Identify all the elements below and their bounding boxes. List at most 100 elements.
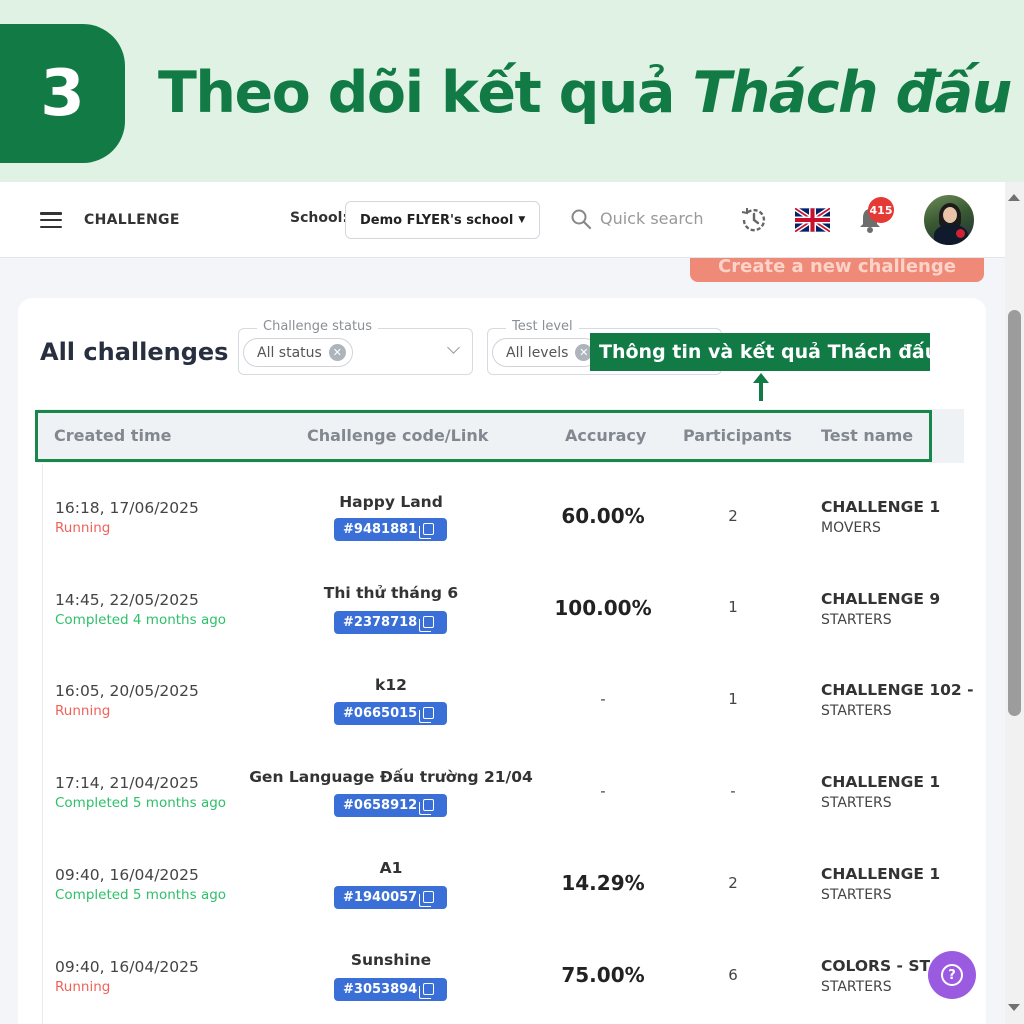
challenge-status-filter[interactable]: Challenge status All status ✕	[238, 319, 473, 375]
accuracy: 14.29%	[561, 871, 645, 895]
chevron-down-icon[interactable]	[447, 341, 460, 354]
accuracy: -	[600, 690, 606, 708]
copy-icon[interactable]	[419, 799, 434, 815]
test-level: STARTERS	[821, 612, 892, 628]
help-icon: ?	[941, 964, 963, 986]
step-number: 3	[0, 24, 125, 163]
challenge-code: #2378718	[343, 615, 418, 630]
table-body: 16:18, 17/06/2025 Running Happy Land #94…	[42, 464, 974, 1024]
table-row[interactable]: 09:40, 16/04/2025 Running Sunshine #3053…	[43, 924, 965, 1016]
level-chip-label: All levels	[506, 344, 569, 361]
challenge-code-button[interactable]: #9481881	[334, 518, 447, 541]
challenge-name: k12	[375, 676, 407, 694]
challenge-code: #1940057	[343, 890, 418, 905]
test-name: CHALLENGE 1	[821, 773, 941, 791]
test-name: CHALLENGE 1	[821, 498, 941, 516]
school-select-value: Demo FLYER's school	[360, 212, 514, 228]
accuracy: 75.00%	[561, 963, 645, 987]
status-text: Running	[55, 703, 111, 719]
test-name: CHALLENGE 9	[821, 590, 941, 608]
created-time: 17:14, 21/04/2025	[55, 774, 199, 792]
participants: 2	[728, 507, 738, 525]
banner-title-regular: Theo dõi kết quả	[158, 60, 693, 126]
status-text: Running	[55, 979, 111, 995]
search-icon[interactable]	[570, 208, 592, 230]
participants: 2	[728, 874, 738, 892]
create-challenge-button[interactable]: Create a new challenge	[690, 258, 984, 282]
accuracy: -	[600, 782, 606, 800]
menu-icon[interactable]	[40, 212, 62, 228]
participants: 1	[728, 690, 738, 708]
banner-title-italic: Thách đấu	[692, 60, 1012, 126]
copy-icon[interactable]	[419, 983, 434, 999]
accuracy: 60.00%	[561, 504, 645, 528]
create-challenge-label: Create a new challenge	[718, 258, 956, 277]
created-time: 16:18, 17/06/2025	[55, 499, 199, 517]
challenge-name: Thi thử tháng 6	[323, 584, 459, 602]
notification-badge: 415	[868, 197, 894, 223]
scroll-down-arrow-icon[interactable]	[1008, 1004, 1020, 1011]
challenge-code-button[interactable]: #2378718	[334, 611, 447, 634]
participants: 6	[728, 966, 738, 984]
challenge-code-button[interactable]: #0665015	[334, 702, 447, 725]
test-name: COLORS - STA	[821, 957, 941, 975]
page-title: All challenges	[40, 338, 229, 366]
avatar[interactable]	[922, 193, 976, 247]
status-text: Running	[55, 520, 111, 536]
app-title: CHALLENGE	[84, 212, 180, 228]
top-bar: CHALLENGE School: Demo FLYER's school ▼ Q…	[0, 182, 1024, 258]
help-button[interactable]: ?	[928, 951, 976, 999]
copy-icon[interactable]	[419, 523, 434, 539]
challenge-code: #9481881	[343, 522, 418, 537]
table-row[interactable]: 14:45, 22/05/2025 Completed 4 months ago…	[43, 556, 965, 648]
challenge-status-label: Challenge status	[257, 319, 379, 334]
school-select[interactable]: Demo FLYER's school ▼	[345, 201, 540, 239]
scroll-up-arrow-icon[interactable]	[1008, 194, 1020, 201]
challenge-code: #0665015	[343, 706, 418, 721]
quick-search-input[interactable]: Quick search	[600, 209, 703, 228]
challenge-name: A1	[379, 859, 403, 877]
test-level: MOVERS	[821, 520, 881, 536]
challenge-code-button[interactable]: #3053894	[334, 978, 447, 1001]
banner-title: Theo dõi kết quả Thách đấu	[158, 60, 1012, 126]
copy-icon[interactable]	[419, 707, 434, 723]
participants: -	[730, 782, 736, 800]
table-row[interactable]: 17:14, 21/04/2025 Completed 5 months ago…	[43, 740, 965, 832]
school-label: School:	[290, 210, 348, 226]
challenge-code-button[interactable]: #1940057	[334, 886, 447, 909]
challenge-name: Gen Language Đấu trường 21/04	[249, 768, 533, 786]
status-text: Completed 4 months ago	[55, 612, 227, 628]
app-window: CHALLENGE School: Demo FLYER's school ▼ Q…	[0, 182, 1024, 1024]
uk-flag-icon[interactable]	[795, 208, 830, 232]
caret-down-icon: ▼	[518, 215, 526, 225]
status-chip-label: All status	[257, 344, 322, 361]
clear-icon[interactable]: ✕	[328, 344, 346, 361]
challenge-name: Happy Land	[339, 493, 443, 511]
info-callout: Thông tin và kết quả Thách đấu	[590, 333, 938, 371]
created-time: 09:40, 16/04/2025	[55, 958, 199, 976]
copy-icon[interactable]	[419, 891, 434, 907]
challenges-card: All challenges Challenge status All stat…	[18, 298, 986, 1024]
test-level: STARTERS	[821, 887, 892, 903]
copy-icon[interactable]	[419, 616, 434, 632]
created-time: 09:40, 16/04/2025	[55, 866, 199, 884]
test-level: STARTERS	[821, 703, 892, 719]
test-level: STARTERS	[821, 795, 892, 811]
challenge-name: Sunshine	[350, 951, 432, 969]
banner: 3 Theo dõi kết quả Thách đấu	[0, 0, 1024, 182]
test-name: CHALLENGE 102 -	[821, 681, 974, 699]
test-level: STARTERS	[821, 979, 892, 995]
challenge-code: #3053894	[343, 982, 418, 997]
history-icon[interactable]	[738, 204, 770, 236]
challenge-code-button[interactable]: #0658912	[334, 794, 447, 817]
test-level-label: Test level	[506, 319, 579, 334]
scrollbar-thumb[interactable]	[1008, 310, 1021, 716]
table-row[interactable]: 16:18, 17/06/2025 Running Happy Land #94…	[43, 464, 965, 556]
level-chip[interactable]: All levels ✕	[492, 338, 600, 367]
header-highlight	[35, 410, 932, 462]
table-row[interactable]: 09:40, 16/04/2025 Completed 5 months ago…	[43, 832, 965, 924]
created-time: 14:45, 22/05/2025	[55, 591, 199, 609]
accuracy: 100.00%	[554, 596, 652, 620]
status-chip[interactable]: All status ✕	[243, 338, 353, 367]
table-row[interactable]: 16:05, 20/05/2025 Running k12 #0665015 -…	[43, 648, 974, 740]
